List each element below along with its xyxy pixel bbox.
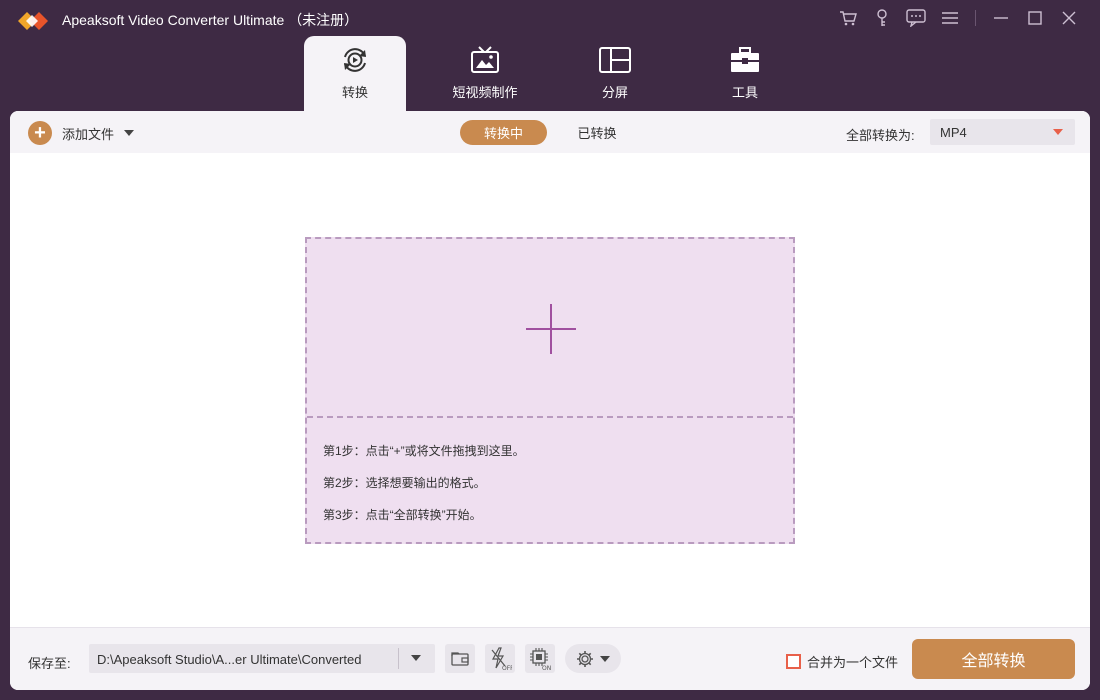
output-format-select[interactable]: MP4 xyxy=(930,119,1075,145)
tab-mv[interactable]: 短视频制作 xyxy=(434,36,536,111)
menu-icon[interactable] xyxy=(933,6,967,30)
output-path-field[interactable]: D:\Apeaksoft Studio\A...er Ultimate\Conv… xyxy=(89,644,435,673)
lightning-off-icon: OFF xyxy=(491,646,512,671)
title-separator xyxy=(975,10,976,26)
chevron-down-icon[interactable] xyxy=(411,655,421,661)
open-folder-button[interactable] xyxy=(445,644,475,673)
svg-text:ON: ON xyxy=(542,665,551,671)
bottom-bar: 保存至: D:\Apeaksoft Studio\A...er Ultimate… xyxy=(10,627,1090,690)
tab-convert[interactable]: 转换 xyxy=(304,36,406,111)
tab-converting[interactable]: 转换中 xyxy=(460,120,547,145)
tab-converted[interactable]: 已转换 xyxy=(562,120,632,145)
path-separator xyxy=(398,648,399,669)
feedback-icon[interactable] xyxy=(899,6,933,30)
convert-all-button[interactable]: 全部转换 xyxy=(912,639,1075,679)
tab-label: 转换 xyxy=(341,85,368,100)
output-format-value: MP4 xyxy=(940,125,967,140)
convert-all-to-label: 全部转换为: xyxy=(846,128,915,143)
maximize-icon[interactable] xyxy=(1018,6,1052,30)
add-file-label: 添加文件 xyxy=(62,126,115,142)
checkbox[interactable] xyxy=(786,654,801,669)
merge-label: 合并为一个文件 xyxy=(807,655,899,670)
gear-icon xyxy=(577,650,593,667)
merge-into-one-file-checkbox[interactable]: 合并为一个文件 xyxy=(786,652,898,671)
tab-toolbox[interactable]: 工具 xyxy=(694,36,796,111)
output-path-value: D:\Apeaksoft Studio\A...er Ultimate\Conv… xyxy=(97,652,362,667)
hardware-acceleration-off-button[interactable]: OFF xyxy=(485,644,515,673)
cpu-on-icon: ON xyxy=(530,647,551,671)
folder-icon xyxy=(451,652,469,666)
close-icon[interactable] xyxy=(1052,6,1086,30)
content-panel: + 添加文件 转换中 已转换 全部转换为: MP4 第1步：点击“+”或将文件拖… xyxy=(10,111,1090,690)
toolbar: + 添加文件 转换中 已转换 全部转换为: MP4 xyxy=(10,111,1090,153)
chevron-down-icon xyxy=(600,655,610,662)
chevron-down-icon[interactable] xyxy=(124,130,135,136)
minimize-icon[interactable] xyxy=(984,6,1018,30)
dropzone-divider xyxy=(307,416,793,418)
tab-label: 短视频制作 xyxy=(452,85,518,100)
settings-button[interactable] xyxy=(565,644,621,673)
collage-icon xyxy=(599,44,631,76)
title-bar: Apeaksoft Video Converter Ultimate （未注册） xyxy=(0,0,1100,36)
key-icon[interactable] xyxy=(865,6,899,30)
convert-icon xyxy=(340,44,370,76)
plus-icon: + xyxy=(28,121,52,145)
app-title: Apeaksoft Video Converter Ultimate （未注册） xyxy=(62,12,359,28)
instruction-step-2: 第2步：选择想要输出的格式。 xyxy=(323,476,486,490)
app-logo-icon xyxy=(18,12,48,30)
tab-collage[interactable]: 分屏 xyxy=(564,36,666,111)
gpu-acceleration-on-button[interactable]: ON xyxy=(525,644,555,673)
instruction-step-3: 第3步：点击“全部转换”开始。 xyxy=(323,508,482,522)
chevron-down-icon xyxy=(1053,129,1063,135)
mv-icon xyxy=(470,44,500,76)
svg-text:OFF: OFF xyxy=(502,665,512,671)
add-plus-icon-vertical xyxy=(550,304,552,354)
toolbox-icon xyxy=(730,44,760,76)
tab-label: 分屏 xyxy=(601,85,628,100)
cart-icon[interactable] xyxy=(831,6,865,30)
file-drop-zone[interactable]: 第1步：点击“+”或将文件拖拽到这里。 第2步：选择想要输出的格式。 第3步：点… xyxy=(305,237,795,544)
save-to-label: 保存至: xyxy=(28,656,71,671)
add-file-button[interactable]: + 添加文件 xyxy=(28,121,135,145)
instruction-step-1: 第1步：点击“+”或将文件拖拽到这里。 xyxy=(323,444,525,458)
tab-label: 工具 xyxy=(731,85,758,100)
